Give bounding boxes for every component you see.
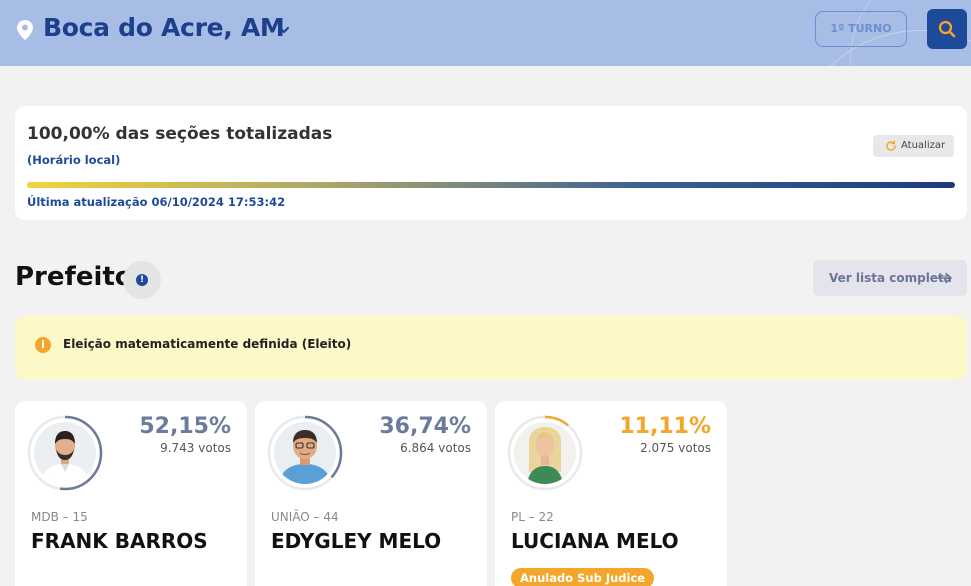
- candidate-name: FRANK BARROS: [31, 529, 208, 553]
- ver-lista-label: Ver lista completa: [829, 271, 952, 285]
- turno-button[interactable]: 1º TURNO: [815, 11, 907, 47]
- last-update-label: Última atualização 06/10/2024 17:53:42: [27, 195, 286, 209]
- candidate-name: LUCIANA MELO: [511, 529, 679, 553]
- vote-percent: 52,15%: [139, 414, 231, 439]
- arrow-right-icon: [937, 272, 952, 284]
- vote-count: 6.864 votos: [400, 441, 471, 455]
- candidate-card[interactable]: 11,11% 2.075 votos PL – 22 LUCIANA MELO …: [495, 401, 727, 586]
- section-title: Prefeito: [15, 262, 133, 292]
- party-number: UNIÃO – 44: [271, 510, 339, 524]
- refresh-icon: [886, 140, 896, 151]
- info-icon: !: [136, 274, 148, 286]
- totalization-progress-bar: [27, 182, 955, 188]
- ver-lista-completa-button[interactable]: Ver lista completa: [813, 260, 967, 296]
- candidate-name: EDYGLEY MELO: [271, 529, 442, 553]
- search-button[interactable]: [927, 9, 967, 49]
- progress-fill: [27, 182, 955, 188]
- party-number: MDB – 15: [31, 510, 88, 524]
- status-badge: Anulado Sub Judice: [511, 568, 655, 586]
- party-number: PL – 22: [511, 510, 554, 524]
- vote-count: 2.075 votos: [640, 441, 711, 455]
- candidate-photo: [514, 422, 576, 484]
- banner-text: Eleição matematicamente definida (Eleito…: [63, 337, 352, 351]
- chevron-down-icon[interactable]: [277, 24, 291, 36]
- result-banner: i Eleição matematicamente definida (Elei…: [15, 316, 967, 380]
- top-bar: Boca do Acre, AM 1º TURNO: [0, 0, 971, 66]
- vote-count: 9.743 votos: [160, 441, 231, 455]
- refresh-button[interactable]: Atualizar: [873, 135, 954, 157]
- horario-local-label: (Horário local): [27, 153, 121, 167]
- candidate-card[interactable]: 52,15% 9.743 votos MDB – 15 FRANK BARROS: [15, 401, 247, 586]
- info-icon: i: [35, 337, 51, 353]
- search-icon: [938, 20, 956, 38]
- refresh-label: Atualizar: [901, 140, 946, 151]
- vote-percent: 36,74%: [379, 414, 471, 439]
- totalization-card: 100,00% das seções totalizadas (Horário …: [15, 106, 967, 220]
- location-pin-icon: [17, 20, 33, 40]
- city-selector[interactable]: Boca do Acre, AM: [43, 13, 285, 42]
- candidate-photo: [274, 422, 336, 484]
- candidate-card[interactable]: 36,74% 6.864 votos UNIÃO – 44 EDYGLEY ME…: [255, 401, 487, 586]
- totalization-title: 100,00% das seções totalizadas: [27, 124, 333, 144]
- vote-percent: 11,11%: [619, 414, 711, 439]
- candidate-photo: [34, 422, 96, 484]
- info-button[interactable]: !: [123, 261, 161, 299]
